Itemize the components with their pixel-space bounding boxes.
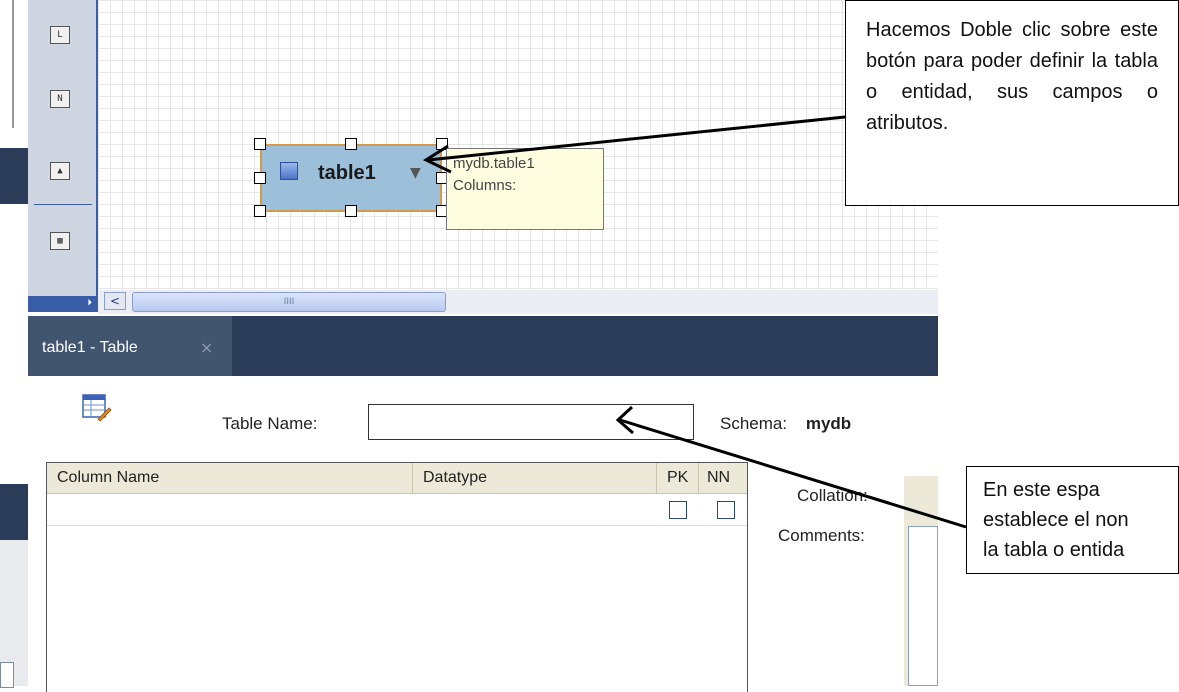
table-editor: Table Name: Schema: mydb Column Name Dat…	[28, 376, 938, 692]
resize-handle[interactable]	[254, 205, 266, 217]
left-divider-bar-lower	[0, 484, 28, 540]
table-tool-icon[interactable]: ▦	[50, 232, 70, 250]
columns-grid[interactable]: Column Name Datatype PK NN	[46, 462, 748, 692]
collation-label: Collation:	[797, 486, 868, 505]
annotation-callout-bottom: En este espa establece el non la tabla o…	[966, 466, 1179, 574]
note-tool-icon[interactable]: N	[50, 90, 70, 108]
datatype-header[interactable]: Datatype	[413, 463, 657, 493]
schema-value: mydb	[805, 414, 852, 433]
horizontal-scrollbar[interactable]: < IIII	[98, 290, 938, 314]
table-entity[interactable]: table1 ▼	[260, 144, 442, 212]
annotation-callout-top: Hacemos Doble clic sobre este botón para…	[845, 0, 1179, 206]
pk-header[interactable]: PK	[657, 463, 699, 493]
comments-field[interactable]	[908, 526, 938, 686]
resize-handle[interactable]	[254, 172, 266, 184]
tab-label: table1 - Table	[42, 339, 138, 356]
table-name-label: Table Name:	[222, 414, 318, 433]
schema-label: Schema: mydb	[720, 414, 851, 434]
columns-grid-header: Column Name Datatype PK NN	[47, 463, 747, 494]
tooltip-columns: Columns:	[453, 177, 517, 194]
scrollbar-thumb[interactable]: IIII	[132, 292, 446, 312]
table-entity-title[interactable]: table1	[318, 162, 376, 185]
layer-tool-icon[interactable]: L	[50, 26, 70, 44]
column-name-header[interactable]: Column Name	[47, 463, 413, 493]
expand-arrow-icon[interactable]: ▼	[410, 165, 421, 181]
pk-checkbox[interactable]	[669, 501, 687, 519]
table-entity-icon	[280, 162, 298, 180]
diagram-canvas[interactable]	[98, 0, 938, 290]
expand-icon[interactable]: ⏵	[87, 298, 92, 308]
image-tool-icon[interactable]: ▲	[50, 162, 70, 180]
tooltip-table-name: mydb.table1	[453, 155, 535, 172]
table-edit-icon	[82, 394, 112, 422]
editor-tab-bar: table1 - Table ×	[28, 316, 938, 376]
palette-separator	[34, 204, 92, 205]
resize-handle[interactable]	[254, 138, 266, 150]
tool-palette: L N ▲ ▦	[28, 0, 98, 296]
left-divider-bar	[0, 148, 28, 204]
nn-header[interactable]: NN	[699, 463, 747, 493]
left-panel-field[interactable]	[0, 662, 14, 688]
resize-handle[interactable]	[345, 205, 357, 217]
entity-tooltip: mydb.table1 Columns:	[446, 148, 604, 230]
close-icon[interactable]: ×	[200, 338, 213, 357]
nn-checkbox[interactable]	[717, 501, 735, 519]
scroll-left-button[interactable]: <	[104, 292, 126, 310]
annotation-text-bottom: En este espa establece el non la tabla o…	[983, 479, 1129, 561]
tab-table1[interactable]: table1 - Table ×	[28, 316, 232, 376]
comments-label: Comments:	[778, 526, 865, 545]
left-side-panel	[0, 0, 14, 128]
annotation-text-top: Hacemos Doble clic sobre este botón para…	[866, 19, 1158, 134]
resize-handle[interactable]	[345, 138, 357, 150]
palette-footer: ⏵	[28, 296, 98, 312]
schema-label-text: Schema:	[720, 414, 788, 433]
table-name-input[interactable]	[368, 404, 694, 440]
table-row[interactable]	[47, 493, 747, 526]
